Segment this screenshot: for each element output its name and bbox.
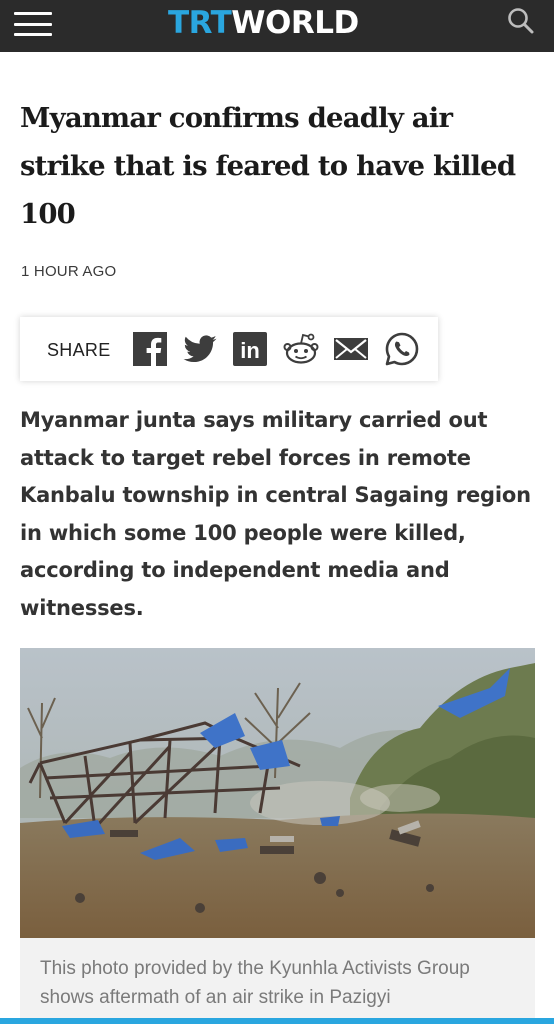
whatsapp-icon[interactable]	[384, 331, 420, 367]
article-photo[interactable]	[20, 648, 535, 938]
logo-trt-text: TRT	[168, 5, 232, 41]
reddit-icon[interactable]	[282, 331, 319, 367]
linkedin-icon-text: in	[240, 338, 260, 363]
search-icon[interactable]	[506, 6, 536, 36]
share-bar: SHARE in	[20, 317, 438, 381]
bottom-accent-strip	[0, 1018, 554, 1024]
email-icon[interactable]	[332, 331, 368, 367]
article-timestamp: 1 HOUR AGO	[21, 263, 117, 280]
logo-world-text: WORLD	[231, 5, 359, 41]
facebook-icon[interactable]	[132, 331, 168, 367]
twitter-icon[interactable]	[182, 331, 218, 367]
top-navigation-bar: TRTWORLD	[0, 0, 554, 52]
photo-caption-box: This photo provided by the Kyunhla Activ…	[20, 938, 535, 1024]
trt-world-logo[interactable]: TRTWORLD	[168, 3, 359, 43]
article-summary: Myanmar junta says military carried out …	[20, 408, 531, 620]
linkedin-icon[interactable]: in	[232, 331, 268, 367]
share-label: SHARE	[47, 340, 111, 360]
hamburger-menu-icon[interactable]	[14, 12, 52, 36]
article-headline: Myanmar confirms deadly air strike that …	[20, 102, 516, 230]
photo-caption: This photo provided by the Kyunhla Activ…	[40, 958, 470, 1008]
